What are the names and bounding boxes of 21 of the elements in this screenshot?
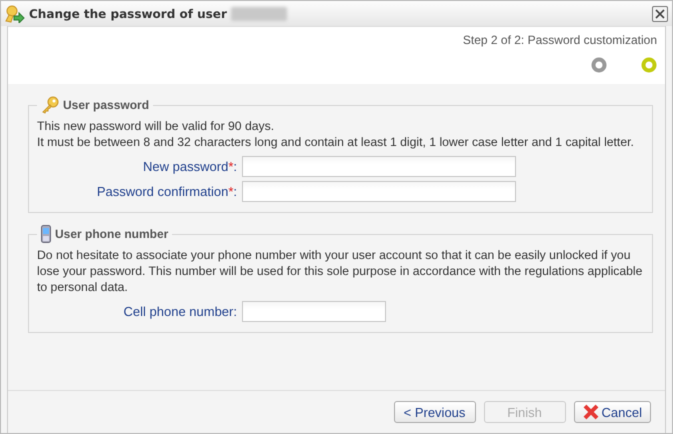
cancel-button[interactable]: Cancel <box>574 401 651 423</box>
text-field[interactable] <box>242 181 516 202</box>
section-title: User phone number <box>55 227 168 241</box>
key-icon <box>41 96 59 114</box>
field-label: New password*: <box>143 159 237 174</box>
step-label: Step 2 of 2: Password customization <box>462 33 657 47</box>
cancel-icon <box>582 404 599 420</box>
field-label: Password confirmation*: <box>96 184 237 199</box>
field-label: Cell phone number: <box>124 304 237 319</box>
info-text: This new password will be valid for 90 days. <box>37 118 276 134</box>
info-text: Do not hesitate to associate your phone number with your user account so that it can be easily unlocked if you lose your password. This number will be used for this sole purpose in accordance with the regulations applicable to personal data. <box>37 247 644 295</box>
section-title: User password <box>63 98 150 112</box>
phone-icon <box>41 225 51 243</box>
wizard-button[interactable]: < Previous <box>394 401 476 423</box>
text-field[interactable] <box>242 301 386 322</box>
users-key-icon <box>5 4 25 22</box>
window-title: Change the password of user <box>29 6 227 20</box>
close-icon <box>655 8 665 18</box>
text-field[interactable] <box>242 156 516 177</box>
close-button[interactable] <box>652 6 668 22</box>
info-text: It must be between 8 and 32 characters long and contain at least 1 digit, 1 lower case letter and 1 capital letter. <box>37 134 635 150</box>
